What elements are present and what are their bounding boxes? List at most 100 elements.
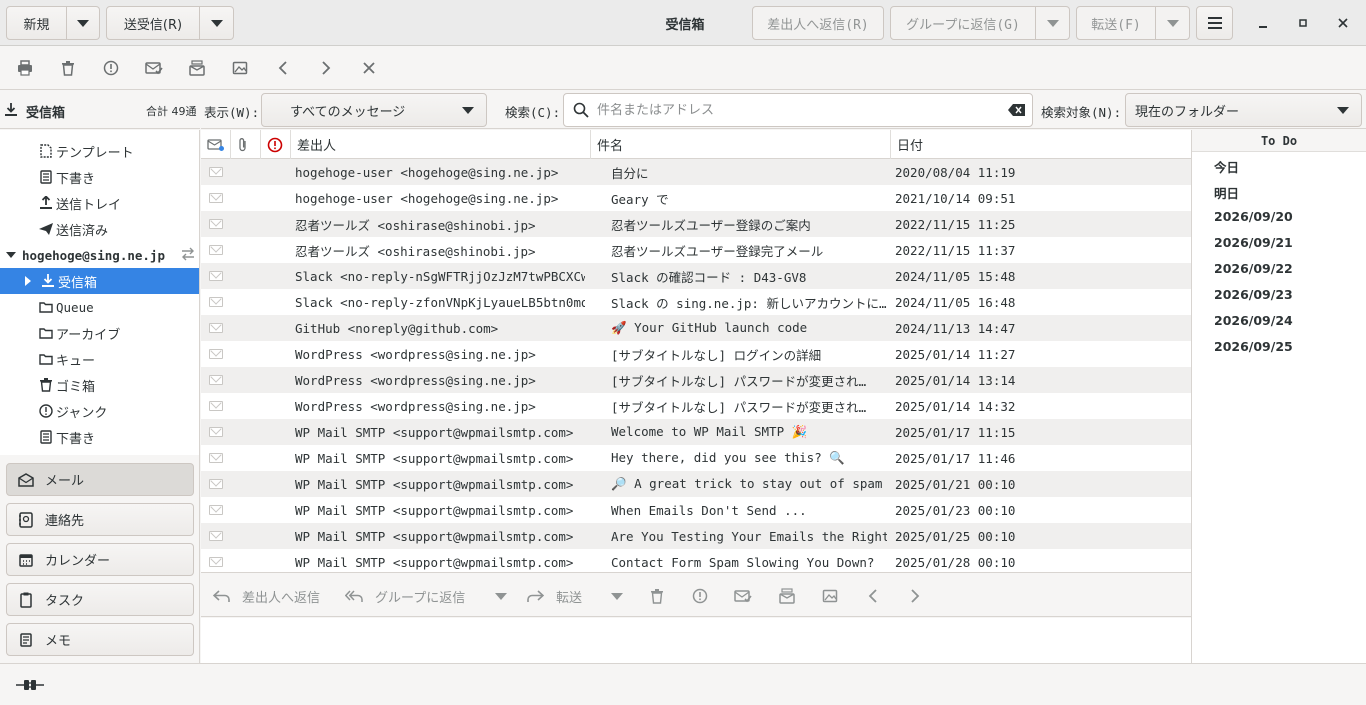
status-cell[interactable]	[209, 367, 229, 393]
forward-button[interactable]: 転送(F)	[1076, 6, 1156, 40]
send-receive-button[interactable]: 送受信(R)	[106, 6, 200, 40]
preview-reply-group-menu[interactable]	[495, 585, 507, 607]
status-cell[interactable]	[209, 549, 229, 572]
status-cell[interactable]	[209, 393, 229, 419]
preview-previous-button[interactable]	[867, 585, 879, 607]
reply-group-button[interactable]: グループに返信(G)	[890, 6, 1036, 40]
status-cell[interactable]	[209, 315, 229, 341]
offline-toggle-icon[interactable]	[16, 678, 44, 692]
message-row[interactable]: 忍者ツールズ <oshirase@shinobi.jp> 忍者ツールズユーザー登録…	[201, 237, 1191, 263]
col-important[interactable]	[261, 130, 291, 159]
folder-queue[interactable]: Queue	[0, 294, 199, 320]
hamburger-menu-button[interactable]	[1196, 6, 1233, 40]
todo-item[interactable]: 2026/09/24	[1214, 313, 1293, 328]
todo-item[interactable]: 2026/09/21	[1214, 235, 1293, 250]
load-images-button[interactable]	[229, 57, 251, 79]
preview-next-button[interactable]	[909, 585, 921, 607]
folder-sent[interactable]: 送信済み	[0, 216, 199, 242]
nav-memo-button[interactable]: メモ	[6, 623, 194, 656]
stop-button[interactable]	[358, 57, 380, 79]
folder-kyu[interactable]: キュー	[0, 346, 199, 372]
folder-outbox[interactable]: 送信トレイ	[0, 190, 199, 216]
message-row[interactable]: WP Mail SMTP <support@wpmailsmtp.com> 🔎 A…	[201, 471, 1191, 497]
not-junk-button[interactable]	[143, 57, 165, 79]
preview-forward-menu[interactable]	[611, 585, 623, 607]
preview-forward-button[interactable]: 転送	[527, 585, 582, 607]
status-cell[interactable]	[209, 263, 229, 289]
preview-archive-button[interactable]	[779, 585, 795, 607]
status-cell[interactable]	[209, 471, 229, 497]
send-receive-menu-button[interactable]	[200, 6, 234, 40]
todo-item[interactable]: 2026/09/20	[1214, 209, 1293, 224]
message-row[interactable]: WP Mail SMTP <support@wpmailsmtp.com> Con…	[201, 549, 1191, 572]
clear-search-icon[interactable]	[1008, 104, 1026, 116]
message-row[interactable]: GitHub <noreply@github.com> 🚀 Your GitHub…	[201, 315, 1191, 341]
status-cell[interactable]	[209, 211, 229, 237]
account-row[interactable]: hogehoge@sing.ne.jp	[0, 242, 199, 268]
nav-tasks-button[interactable]: タスク	[6, 583, 194, 616]
status-cell[interactable]	[209, 419, 229, 445]
message-row[interactable]: WP Mail SMTP <support@wpmailsmtp.com> Whe…	[201, 497, 1191, 523]
previous-button[interactable]	[272, 57, 294, 79]
status-cell[interactable]	[209, 497, 229, 523]
nav-calendar-button[interactable]: カレンダー	[6, 543, 194, 576]
message-row[interactable]: hogehoge-user <hogehoge@sing.ne.jp> 自分に 20…	[201, 159, 1191, 185]
todo-item[interactable]: 今日	[1214, 157, 1239, 176]
new-menu-button[interactable]	[67, 6, 100, 40]
maximize-button[interactable]	[1292, 12, 1314, 34]
next-button[interactable]	[315, 57, 337, 79]
todo-item[interactable]: 2026/09/23	[1214, 287, 1293, 302]
col-subject[interactable]: 件名	[591, 130, 891, 159]
nav-contacts-button[interactable]: 連絡先	[6, 503, 194, 536]
message-row[interactable]: Slack <no-reply-nSgWFTRjjOzJzM7twPBCXCw……	[201, 263, 1191, 289]
close-button[interactable]	[1332, 12, 1354, 34]
print-button[interactable]	[14, 57, 36, 79]
preview-delete-button[interactable]	[650, 585, 664, 607]
status-cell[interactable]	[209, 237, 229, 263]
message-row[interactable]: WordPress <wordpress@sing.ne.jp> [サブタイトルな…	[201, 341, 1191, 367]
preview-not-junk-button[interactable]	[734, 585, 752, 607]
todo-item[interactable]: 2026/09/22	[1214, 261, 1293, 276]
folder-drafts-2[interactable]: 下書き	[0, 424, 199, 450]
new-button[interactable]: 新規	[6, 6, 67, 40]
forward-menu-button[interactable]	[1156, 6, 1190, 40]
preview-reply-button[interactable]: 差出人へ返信	[213, 585, 320, 607]
status-cell[interactable]	[209, 341, 229, 367]
preview-reply-group-button[interactable]: グループに返信	[345, 585, 465, 607]
reply-sender-button[interactable]: 差出人へ返信(R)	[752, 6, 884, 40]
junk-button[interactable]	[100, 57, 122, 79]
col-from[interactable]: 差出人	[291, 130, 591, 159]
show-filter-combo[interactable]: すべてのメッセージ	[261, 93, 487, 127]
message-row[interactable]: Slack <no-reply-zfonVNpKjLyaueLB5btn0md……	[201, 289, 1191, 315]
minimize-button[interactable]	[1252, 12, 1274, 34]
folder-inbox[interactable]: 受信箱	[0, 268, 199, 294]
status-cell[interactable]	[209, 289, 229, 315]
todo-item[interactable]: 明日	[1214, 183, 1239, 202]
search-scope-combo[interactable]: 現在のフォルダー	[1125, 93, 1362, 127]
col-status[interactable]	[201, 130, 231, 159]
preview-junk-button[interactable]	[692, 585, 708, 607]
todo-item[interactable]: 2026/09/25	[1214, 339, 1293, 354]
reply-group-menu-button[interactable]	[1036, 6, 1070, 40]
preview-images-button[interactable]	[822, 585, 838, 607]
col-date[interactable]: 日付	[891, 130, 1191, 159]
archive-button[interactable]	[186, 57, 208, 79]
status-cell[interactable]	[209, 445, 229, 471]
delete-button[interactable]	[57, 57, 79, 79]
status-cell[interactable]	[209, 185, 229, 211]
search-input[interactable]	[597, 102, 1002, 118]
folder-drafts[interactable]: 下書き	[0, 164, 199, 190]
message-row[interactable]: WP Mail SMTP <support@wpmailsmtp.com> Hey…	[201, 445, 1191, 471]
folder-archive[interactable]: アーカイブ	[0, 320, 199, 346]
folder-templates[interactable]: テンプレート	[0, 138, 199, 164]
col-attachment[interactable]	[231, 130, 261, 159]
folder-junk[interactable]: ジャンク	[0, 398, 199, 424]
folder-trash[interactable]: ゴミ箱	[0, 372, 199, 398]
message-row[interactable]: 忍者ツールズ <oshirase@shinobi.jp> 忍者ツールズユーザー登録…	[201, 211, 1191, 237]
message-row[interactable]: WP Mail SMTP <support@wpmailsmtp.com> Wel…	[201, 419, 1191, 445]
status-cell[interactable]	[209, 523, 229, 549]
message-row[interactable]: hogehoge-user <hogehoge@sing.ne.jp> Geary…	[201, 185, 1191, 211]
message-row[interactable]: WordPress <wordpress@sing.ne.jp> [サブタイトルな…	[201, 367, 1191, 393]
nav-mail-button[interactable]: メール	[6, 463, 194, 496]
message-row[interactable]: WordPress <wordpress@sing.ne.jp> [サブタイトルな…	[201, 393, 1191, 419]
